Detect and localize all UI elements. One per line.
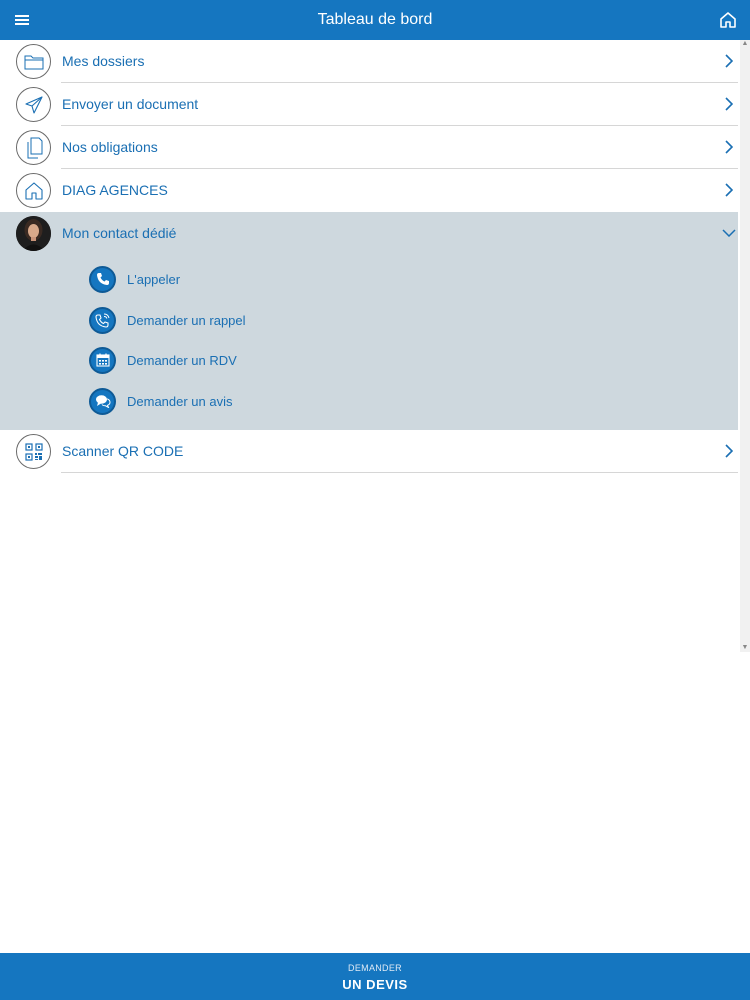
chevron-down-icon <box>722 226 736 240</box>
scroll-down-icon[interactable]: ▼ <box>741 644 749 652</box>
qr-code-icon <box>16 434 51 469</box>
vertical-scrollbar[interactable]: ▲ ▼ <box>740 40 750 652</box>
house-icon <box>16 173 51 208</box>
menu-item-diag-agences[interactable]: DIAG AGENCES <box>0 169 738 212</box>
chevron-right-icon <box>722 53 736 69</box>
chevron-right-icon <box>722 139 736 155</box>
contact-action-rappel[interactable]: Demander un rappel <box>89 306 246 334</box>
hamburger-menu-icon[interactable] <box>10 8 34 32</box>
app-screen: Tableau de bord Mes dossiers Envoyer un … <box>0 0 750 1000</box>
request-quote-button[interactable]: DEMANDER UN DEVIS <box>0 953 750 1000</box>
chevron-right-icon <box>722 443 736 459</box>
menu-item-nos-obligations[interactable]: Nos obligations <box>0 126 738 169</box>
chevron-right-icon <box>722 182 736 198</box>
page-title: Tableau de bord <box>317 11 433 28</box>
documents-icon <box>16 130 51 165</box>
request-quote-line2: UN DEVIS <box>342 977 408 992</box>
phone-callback-icon <box>89 306 116 334</box>
folder-icon <box>16 44 51 79</box>
contact-action-rdv[interactable]: Demander un RDV <box>89 346 237 374</box>
top-bar: Tableau de bord <box>0 0 750 40</box>
scroll-up-icon[interactable]: ▲ <box>741 40 749 48</box>
menu-item-scanner-qr[interactable]: Scanner QR CODE <box>0 430 738 473</box>
menu-item-label: Nos obligations <box>62 139 158 155</box>
contact-action-avis[interactable]: Demander un avis <box>89 387 233 415</box>
contact-action-appeler[interactable]: L'appeler <box>89 265 180 293</box>
home-icon[interactable] <box>716 8 740 32</box>
request-quote-line1: DEMANDER <box>348 963 402 973</box>
contact-action-label: Demander un rappel <box>127 312 246 328</box>
contact-label: Mon contact dédié <box>62 225 177 241</box>
menu-item-label: Envoyer un document <box>62 96 199 112</box>
menu-item-label: DIAG AGENCES <box>62 182 168 198</box>
menu-item-label: Scanner QR CODE <box>62 443 184 459</box>
chat-bubbles-icon <box>89 387 116 415</box>
divider <box>61 472 738 473</box>
contact-action-label: L'appeler <box>127 271 181 287</box>
contact-action-label: Demander un RDV <box>127 352 237 368</box>
menu-item-mon-contact[interactable]: Mon contact dédié <box>0 212 738 254</box>
menu-item-mes-dossiers[interactable]: Mes dossiers <box>0 40 738 83</box>
send-paper-plane-icon <box>16 87 51 122</box>
menu-item-envoyer-document[interactable]: Envoyer un document <box>0 83 738 126</box>
chevron-right-icon <box>722 96 736 112</box>
avatar <box>16 216 51 251</box>
contact-action-label: Demander un avis <box>127 393 233 409</box>
menu-item-label: Mes dossiers <box>62 53 145 69</box>
dashboard-menu-list: Mes dossiers Envoyer un document Nos obl… <box>0 40 738 473</box>
contact-section-expanded: Mon contact dédié L'appeler Demander un … <box>0 212 738 430</box>
calendar-icon <box>89 346 116 374</box>
phone-icon <box>89 265 116 293</box>
